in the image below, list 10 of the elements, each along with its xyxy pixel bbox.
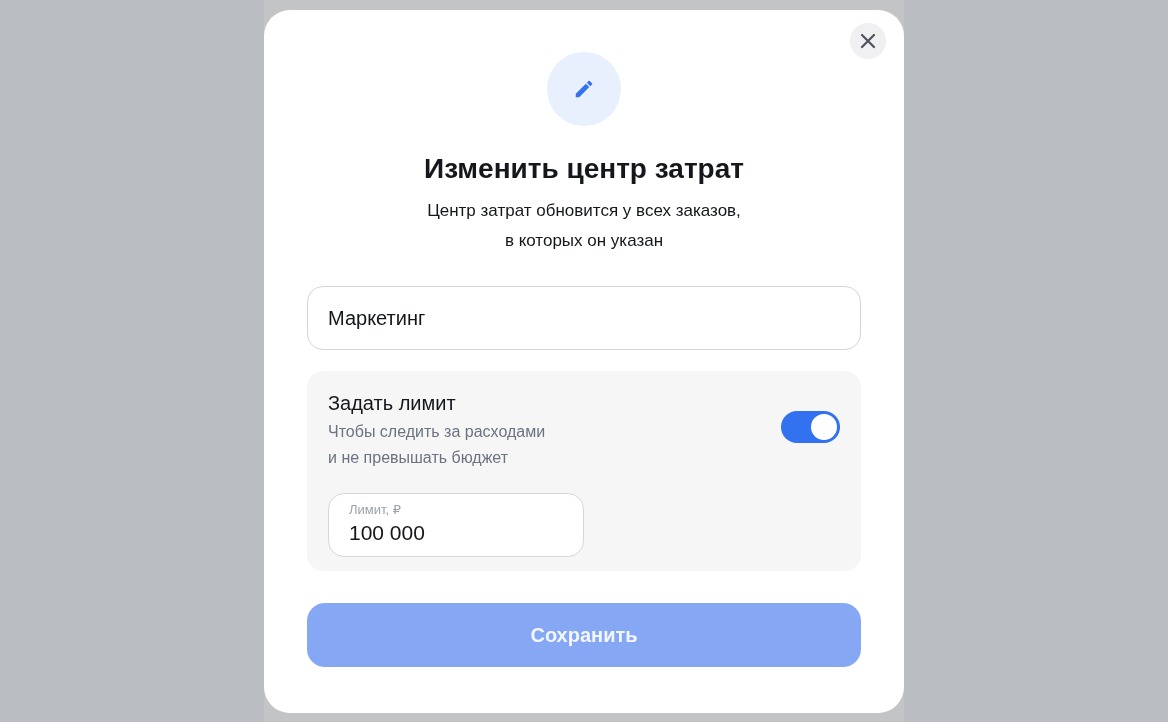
limit-toggle[interactable] — [781, 411, 840, 443]
limit-description: Чтобы следить за расходами и не превышать бюджет — [328, 422, 546, 468]
dialog-subtitle: Центр затрат обновится у всех заказов, в которых он указан — [427, 200, 741, 252]
limit-title: Задать лимит — [328, 391, 457, 415]
dialog-title: Изменить центр затрат — [424, 152, 744, 186]
close-button[interactable] — [850, 23, 886, 59]
close-icon — [860, 33, 876, 49]
name-field[interactable]: Маркетинг — [307, 286, 861, 350]
pencil-icon — [573, 78, 595, 100]
limit-field[interactable]: Лимит, ₽ 100 000 — [328, 493, 584, 557]
